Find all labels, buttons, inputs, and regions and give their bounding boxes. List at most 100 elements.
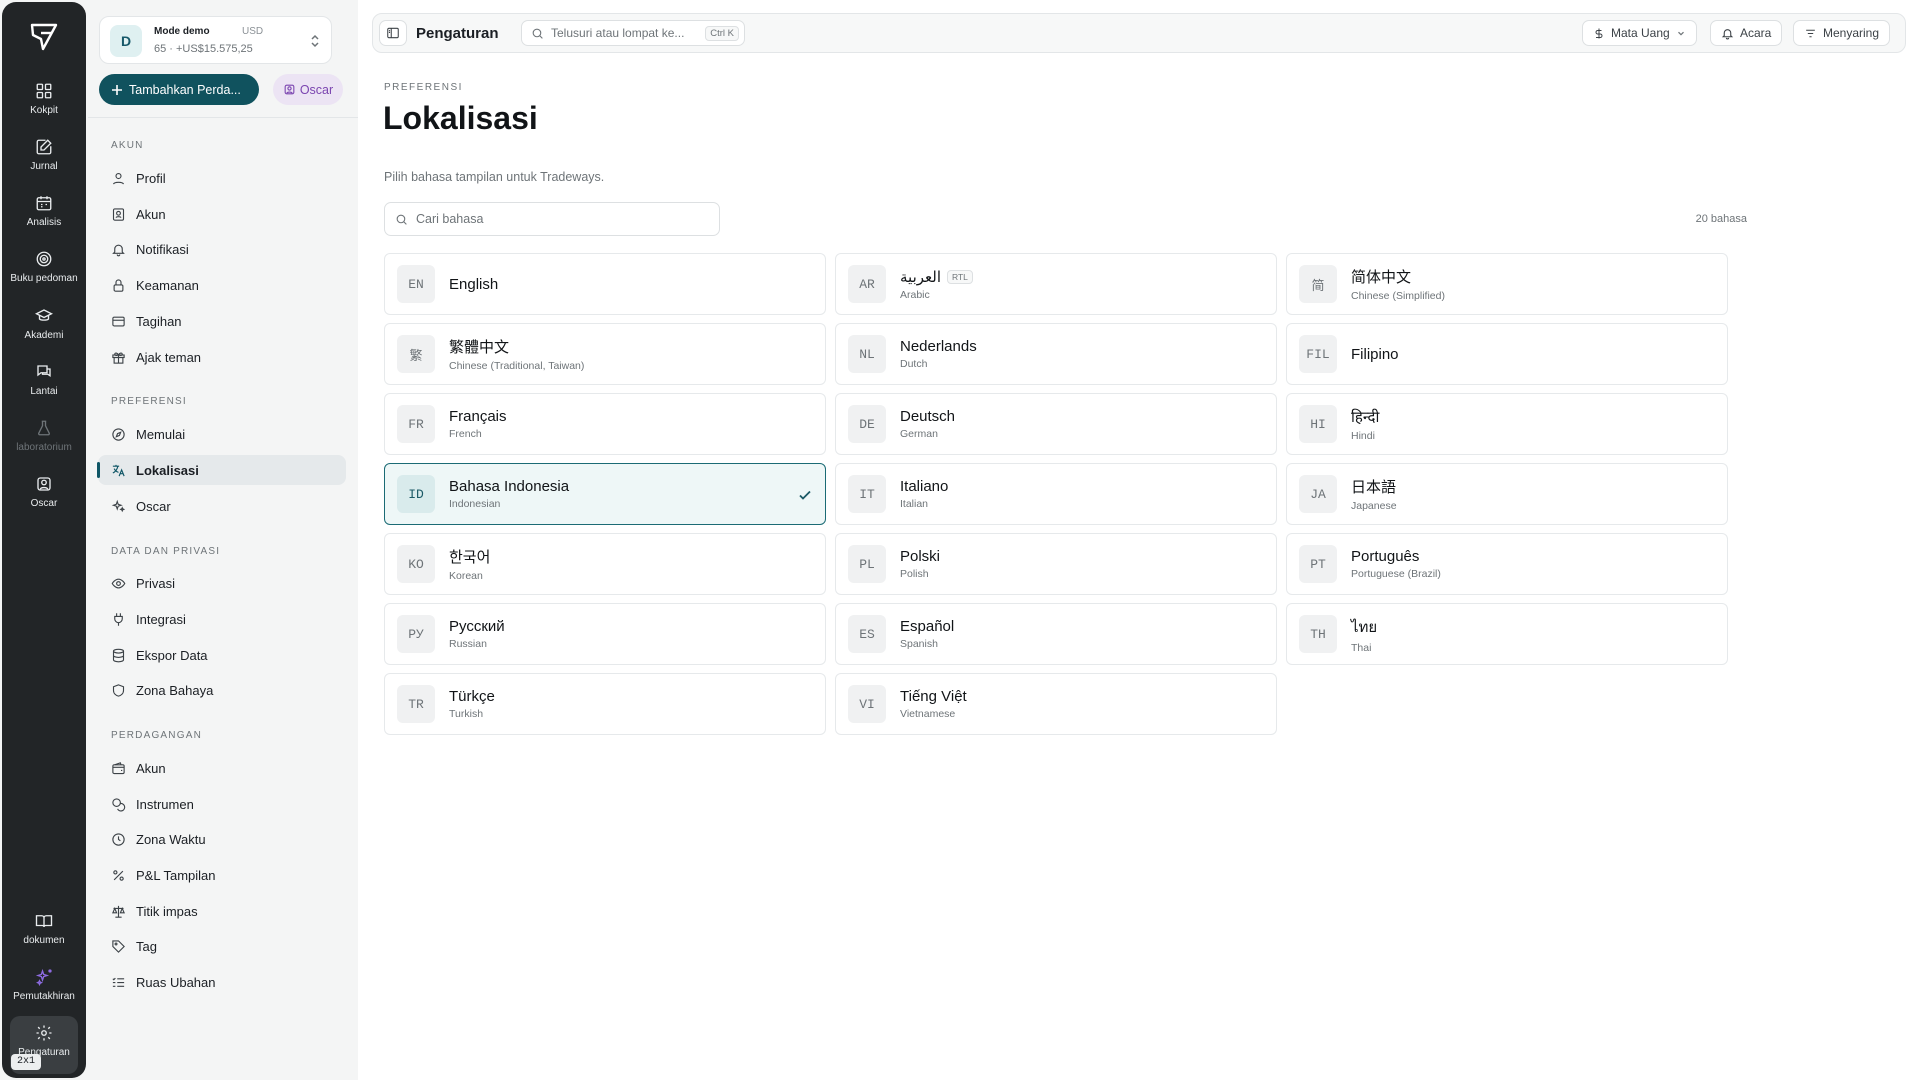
- sidebar-item-integrasi[interactable]: Integrasi: [98, 604, 346, 634]
- sidebar-item-label: Ajak teman: [136, 349, 202, 365]
- sidebar-item-tag[interactable]: Tag: [98, 931, 346, 961]
- rail-label: Lantai: [30, 386, 58, 397]
- percent-icon: [113, 869, 124, 881]
- sidebar-panel-icon: [387, 27, 399, 39]
- language-card-zh-hant[interactable]: 繁 繁體中文 Chinese (Traditional, Taiwan): [384, 323, 826, 385]
- language-native-name: العربية: [900, 268, 941, 286]
- sidebar-item-ekspor-data[interactable]: Ekspor Data: [98, 640, 346, 670]
- sidebar-item-privasi[interactable]: Privasi: [98, 568, 346, 598]
- section-eyebrow: PREFERENSI: [384, 82, 463, 93]
- language-card-ja[interactable]: JA 日本語 Japanese: [1286, 463, 1728, 525]
- language-native-name: 简体中文: [1351, 269, 1412, 286]
- sidebar-item-zona-waktu[interactable]: Zona Waktu: [98, 824, 346, 854]
- language-native-name: हिन्दी: [1351, 408, 1380, 426]
- gear-icon: [36, 1025, 52, 1041]
- language-card-zh-hans[interactable]: 简 简体中文 Chinese (Simplified): [1286, 253, 1728, 315]
- sidebar-item-lokalisasi[interactable]: Lokalisasi: [97, 455, 346, 485]
- sidebar-item-notifikasi[interactable]: Notifikasi: [98, 234, 346, 264]
- currency-button[interactable]: Mata Uang: [1582, 20, 1697, 46]
- language-native-name: 한국어: [449, 549, 491, 566]
- currency-label: Mata Uang: [1611, 26, 1670, 40]
- rail-item-akademi[interactable]: Akademi: [2, 307, 86, 341]
- language-native-name: Русский: [449, 618, 505, 635]
- rail-item-dokumen[interactable]: dokumen: [2, 912, 86, 946]
- language-card-fr[interactable]: FR Français French: [384, 393, 826, 455]
- language-code: KO: [397, 545, 435, 583]
- language-card-hi[interactable]: HI हिन्दी Hindi: [1286, 393, 1728, 455]
- rail-item-oscar[interactable]: Oscar: [2, 475, 86, 509]
- language-card-en[interactable]: EN English: [384, 253, 826, 315]
- sidebar-item-instrumen[interactable]: Instrumen: [98, 789, 346, 819]
- language-code: AR: [848, 265, 886, 303]
- filter-button[interactable]: Menyaring: [1793, 20, 1891, 46]
- language-card-ar[interactable]: AR العربية RTL Arabic: [835, 253, 1277, 315]
- sidebar-item-profil[interactable]: Profil: [98, 163, 346, 193]
- translate-icon: [112, 464, 125, 476]
- sidebar-item-ajak-teman[interactable]: Ajak teman: [98, 342, 346, 372]
- filter-icon: [1806, 29, 1815, 37]
- sidebar-item-zona-bahaya[interactable]: Zona Bahaya: [98, 675, 346, 705]
- rail-item-laboratorium[interactable]: laboratorium: [2, 419, 86, 453]
- language-card-pt[interactable]: PT Português Portuguese (Brazil): [1286, 533, 1728, 595]
- language-english-name: Arabic: [900, 288, 930, 301]
- language-search[interactable]: [384, 202, 720, 236]
- language-code: TR: [397, 685, 435, 723]
- language-english-name: Hindi: [1351, 429, 1375, 442]
- language-card-de[interactable]: DE Deutsch German: [835, 393, 1277, 455]
- add-trade-button[interactable]: Tambahkan Perda...: [99, 74, 259, 105]
- rail-item-buku-pedoman[interactable]: Buku pedoman: [2, 250, 86, 284]
- page-breadcrumb: Pengaturan: [416, 25, 499, 42]
- sidebar-item-akun-trading[interactable]: Akun: [98, 753, 346, 783]
- language-english-name: Turkish: [449, 708, 484, 720]
- language-native-name: Español: [900, 618, 955, 635]
- language-native-name: 繁體中文: [449, 339, 510, 356]
- sidebar-item-akun[interactable]: Akun: [98, 199, 346, 229]
- rail-item-pemutakhiran[interactable]: Pemutakhiran: [2, 968, 86, 1002]
- rail-item-jurnal[interactable]: Jurnal: [2, 138, 86, 172]
- sidebar-item-ruas-ubahan[interactable]: Ruas Ubahan: [98, 967, 346, 997]
- logo-icon[interactable]: [28, 20, 60, 52]
- credit-card-icon: [112, 316, 125, 326]
- rail-label: laboratorium: [16, 442, 72, 453]
- rail-label: dokumen: [23, 935, 65, 946]
- filter-label: Menyaring: [1823, 26, 1880, 40]
- toggle-sidebar-button[interactable]: [379, 20, 407, 46]
- eye-icon: [111, 578, 126, 588]
- language-native-name: 日本語: [1351, 479, 1397, 496]
- sidebar-item-label: Ekspor Data: [136, 647, 208, 663]
- language-card-id[interactable]: ID Bahasa Indonesia Indonesian: [384, 463, 826, 525]
- sidebar-item-titik-impas[interactable]: Titik impas: [98, 896, 346, 926]
- language-native-name: Tiếng Việt: [900, 688, 967, 705]
- rail-item-kokpit[interactable]: Kokpit: [2, 82, 86, 116]
- events-button[interactable]: Acara: [1710, 20, 1783, 46]
- account-switcher[interactable]: D Mode demo USD 65 · +US$15.575,25: [99, 16, 332, 64]
- language-card-ko[interactable]: KO 한국어 Korean: [384, 533, 826, 595]
- language-search-input[interactable]: [416, 212, 706, 226]
- rail-item-lantai[interactable]: Lantai: [2, 363, 86, 397]
- rail-item-analisis[interactable]: Analisis: [2, 194, 86, 228]
- global-search-placeholder: Telusuri atau lompat ke...: [551, 26, 685, 40]
- scale-icon: [112, 905, 125, 918]
- sidebar-item-memulai[interactable]: Memulai: [98, 419, 346, 449]
- language-card-it[interactable]: IT Italiano Italian: [835, 463, 1277, 525]
- sidebar-item-tagihan[interactable]: Tagihan: [98, 306, 346, 336]
- sidebar-item-oscar[interactable]: Oscar: [98, 491, 346, 521]
- language-code: VI: [848, 685, 886, 723]
- oscar-button[interactable]: Oscar: [273, 74, 343, 105]
- calendar-icon: [36, 196, 52, 211]
- language-card-vi[interactable]: VI Tiếng Việt Vietnamese: [835, 673, 1277, 735]
- language-card-nl[interactable]: NL Nederlands Dutch: [835, 323, 1277, 385]
- language-card-es[interactable]: ES Español Spanish: [835, 603, 1277, 665]
- global-search[interactable]: Telusuri atau lompat ke... Ctrl K: [521, 20, 745, 46]
- search-icon: [396, 214, 407, 225]
- language-card-fil[interactable]: FIL Filipino: [1286, 323, 1728, 385]
- sidebar-item-label: Notifikasi: [136, 241, 189, 257]
- sidebar-item-keamanan[interactable]: Keamanan: [98, 270, 346, 300]
- language-grid: EN English AR العربية RTL Arabic 简 简体中文 C…: [384, 253, 1728, 735]
- language-card-pl[interactable]: PL Polski Polish: [835, 533, 1277, 595]
- language-card-tr[interactable]: TR Türkçe Turkish: [384, 673, 826, 735]
- sidebar-item-pl-tampilan[interactable]: P&L Tampilan: [98, 860, 346, 890]
- language-card-ru[interactable]: РУ Русский Russian: [384, 603, 826, 665]
- language-code: PT: [1299, 545, 1337, 583]
- language-card-th[interactable]: TH ไทย Thai: [1286, 603, 1728, 665]
